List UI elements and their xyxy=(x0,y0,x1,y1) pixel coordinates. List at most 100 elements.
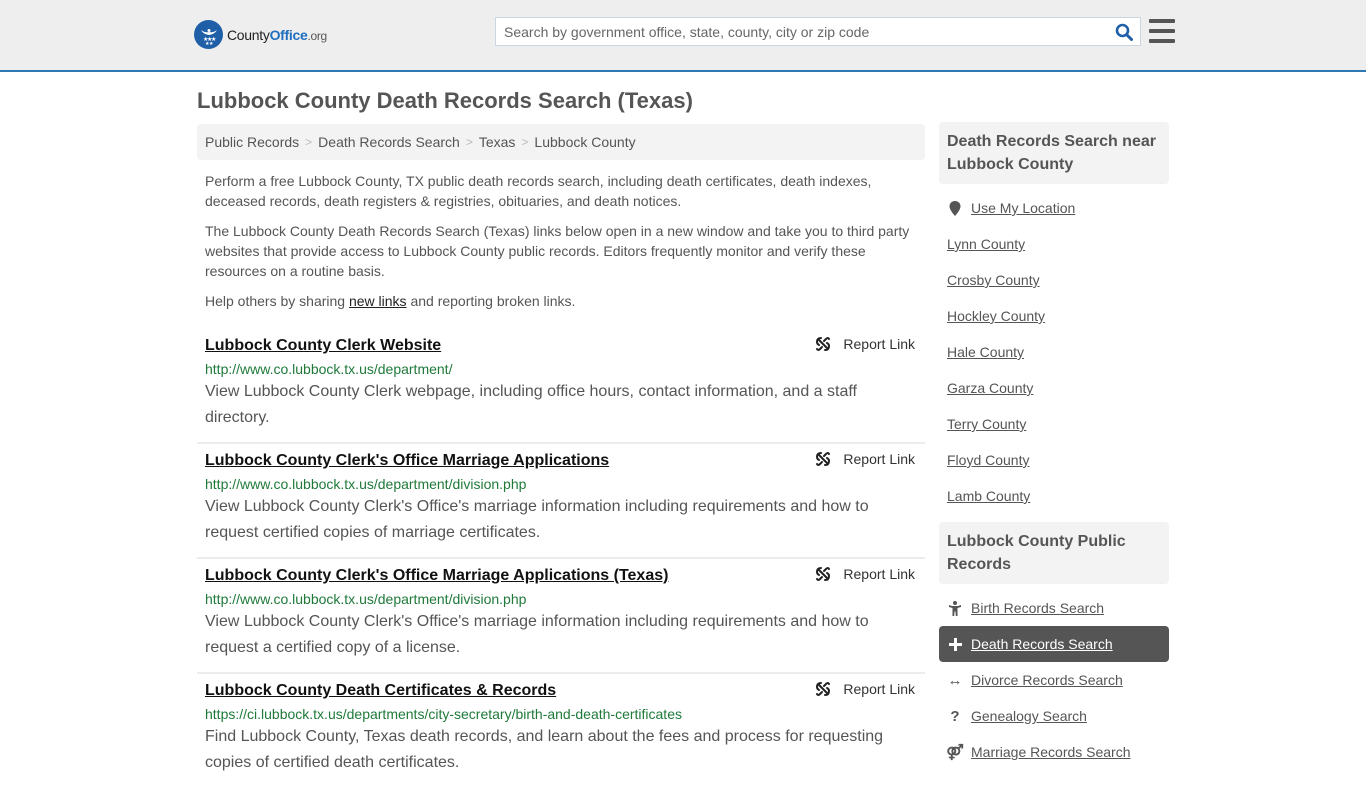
breadcrumb-death-records-search[interactable]: Death Records Search xyxy=(318,134,460,150)
intro-paragraph-2: The Lubbock County Death Records Search … xyxy=(205,223,910,279)
search-input[interactable] xyxy=(496,18,1108,45)
breadcrumb: Public Records > Death Records Search > … xyxy=(197,124,925,160)
result-description: View Lubbock County Clerk's Office's mar… xyxy=(205,498,869,541)
nearby-county-item[interactable]: Floyd County xyxy=(939,442,1169,478)
divorce-records-link[interactable]: Divorce Records Search xyxy=(971,672,1123,688)
search-bar xyxy=(495,17,1141,46)
sidebar: Death Records Search near Lubbock County… xyxy=(939,122,1169,776)
result-item: Lubbock County Clerk's Office Marriage A… xyxy=(197,444,925,559)
sidebar-item-birth-records[interactable]: Birth Records Search xyxy=(939,590,1169,626)
nearby-heading: Death Records Search near Lubbock County xyxy=(939,122,1169,184)
intro-help-text: Help others by sharing xyxy=(205,293,349,309)
result-title-link[interactable]: Lubbock County Clerk's Office Marriage A… xyxy=(205,565,668,587)
page-title: Lubbock County Death Records Search (Tex… xyxy=(197,88,693,113)
result-url: http://www.co.lubbock.tx.us/department/d… xyxy=(205,476,527,492)
hamburger-menu-button[interactable] xyxy=(1149,19,1175,43)
broken-link-icon xyxy=(816,337,831,351)
nearby-county-item[interactable]: Terry County xyxy=(939,406,1169,442)
svg-text:★: ★ xyxy=(209,41,214,46)
public-records-heading: Lubbock County Public Records xyxy=(939,522,1169,584)
search-button[interactable] xyxy=(1108,18,1140,45)
nearby-county-link[interactable]: Terry County xyxy=(947,416,1026,432)
intro-help-text-end: and reporting broken links. xyxy=(406,293,576,309)
report-link-button[interactable]: Report Link xyxy=(815,681,915,697)
genealogy-link[interactable]: Genealogy Search xyxy=(971,708,1087,724)
search-icon xyxy=(1115,23,1133,41)
eagle-logo-icon: ★ ★ ★ ★ ★ xyxy=(194,20,223,49)
report-link-label: Report Link xyxy=(843,681,915,697)
intro-text: Perform a free Lubbock County, TX public… xyxy=(197,171,925,311)
results-list: Lubbock County Clerk Website Report Link… xyxy=(197,329,925,787)
nearby-county-item[interactable]: Lynn County xyxy=(939,226,1169,262)
hamburger-menu-icon-bar xyxy=(1149,39,1175,43)
nearby-county-link[interactable]: Floyd County xyxy=(947,452,1029,468)
sidebar-item-divorce-records[interactable]: ↔ Divorce Records Search xyxy=(939,662,1169,698)
child-icon xyxy=(947,600,963,616)
result-url: http://www.co.lubbock.tx.us/department/d… xyxy=(205,591,527,607)
arrows-horizontal-icon: ↔ xyxy=(947,671,963,689)
result-title-link[interactable]: Lubbock County Clerk Website xyxy=(205,335,441,357)
intro-paragraph-3: Help others by sharing new links and rep… xyxy=(205,291,917,311)
breadcrumb-separator: > xyxy=(465,135,473,149)
breadcrumb-separator: > xyxy=(521,135,529,149)
breadcrumb-separator: > xyxy=(305,135,313,149)
broken-link-icon xyxy=(816,682,831,696)
hamburger-menu-icon-bar xyxy=(1149,19,1175,23)
logo-text: CountyOffice.org xyxy=(227,27,327,43)
nearby-county-link[interactable]: Hale County xyxy=(947,344,1024,360)
result-item: Lubbock County Clerk's Office Marriage A… xyxy=(197,559,925,674)
nearby-county-link[interactable]: Lynn County xyxy=(947,236,1025,252)
use-my-location-item[interactable]: Use My Location xyxy=(939,190,1169,226)
intro-paragraph-1: Perform a free Lubbock County, TX public… xyxy=(205,173,872,209)
nearby-list: Use My Location Lynn County Crosby Count… xyxy=(939,184,1169,520)
death-records-link[interactable]: Death Records Search xyxy=(971,636,1113,652)
sidebar-item-genealogy[interactable]: ? Genealogy Search xyxy=(939,698,1169,734)
logo-text-county: County xyxy=(227,26,270,43)
logo-text-office: Office xyxy=(269,26,308,43)
report-link-label: Report Link xyxy=(843,336,915,352)
main-content: Public Records > Death Records Search > … xyxy=(197,124,925,787)
birth-records-link[interactable]: Birth Records Search xyxy=(971,600,1104,616)
report-link-label: Report Link xyxy=(843,451,915,467)
breadcrumb-lubbock-county[interactable]: Lubbock County xyxy=(534,134,635,150)
plus-cross-icon xyxy=(947,637,963,651)
result-url: http://www.co.lubbock.tx.us/department/ xyxy=(205,361,453,377)
new-links-link[interactable]: new links xyxy=(349,293,407,309)
result-item: Lubbock County Clerk Website Report Link… xyxy=(197,329,925,444)
nearby-county-link[interactable]: Garza County xyxy=(947,380,1033,396)
result-url: https://ci.lubbock.tx.us/departments/cit… xyxy=(205,706,682,722)
broken-link-icon xyxy=(816,452,831,466)
broken-link-icon xyxy=(816,567,831,581)
nearby-county-link[interactable]: Crosby County xyxy=(947,272,1040,288)
marriage-symbol-icon: ⚤ xyxy=(946,744,964,761)
result-description: View Lubbock County Clerk webpage, inclu… xyxy=(205,383,857,426)
marriage-records-link[interactable]: Marriage Records Search xyxy=(971,744,1131,760)
question-icon: ? xyxy=(950,707,960,725)
nearby-county-item[interactable]: Hale County xyxy=(939,334,1169,370)
map-marker-icon xyxy=(947,200,963,216)
sidebar-item-marriage-records[interactable]: ⚤ Marriage Records Search xyxy=(939,734,1169,770)
nearby-county-item[interactable]: Crosby County xyxy=(939,262,1169,298)
breadcrumb-texas[interactable]: Texas xyxy=(479,134,516,150)
logo-text-org: .org xyxy=(307,28,327,43)
result-item: Lubbock County Death Certificates & Reco… xyxy=(197,674,925,787)
nearby-county-item[interactable]: Hockley County xyxy=(939,298,1169,334)
nearby-county-link[interactable]: Hockley County xyxy=(947,308,1045,324)
report-link-button[interactable]: Report Link xyxy=(815,451,915,467)
result-title-link[interactable]: Lubbock County Clerk's Office Marriage A… xyxy=(205,450,609,472)
result-title-link[interactable]: Lubbock County Death Certificates & Reco… xyxy=(205,680,556,702)
nearby-county-link[interactable]: Lamb County xyxy=(947,488,1030,504)
nearby-county-item[interactable]: Lamb County xyxy=(939,478,1169,514)
result-description: View Lubbock County Clerk's Office's mar… xyxy=(205,613,869,656)
hamburger-menu-icon-bar xyxy=(1149,29,1175,33)
report-link-button[interactable]: Report Link xyxy=(815,566,915,582)
report-link-label: Report Link xyxy=(843,566,915,582)
result-description: Find Lubbock County, Texas death records… xyxy=(205,728,884,771)
public-records-list: Birth Records Search Death Records Searc… xyxy=(939,584,1169,776)
breadcrumb-public-records[interactable]: Public Records xyxy=(205,134,299,150)
nearby-county-item[interactable]: Garza County xyxy=(939,370,1169,406)
logo-link[interactable]: ★ ★ ★ ★ ★ CountyOffice.org xyxy=(194,20,327,49)
report-link-button[interactable]: Report Link xyxy=(815,336,915,352)
sidebar-item-death-records[interactable]: Death Records Search xyxy=(939,626,1169,662)
use-my-location-link[interactable]: Use My Location xyxy=(971,200,1075,216)
